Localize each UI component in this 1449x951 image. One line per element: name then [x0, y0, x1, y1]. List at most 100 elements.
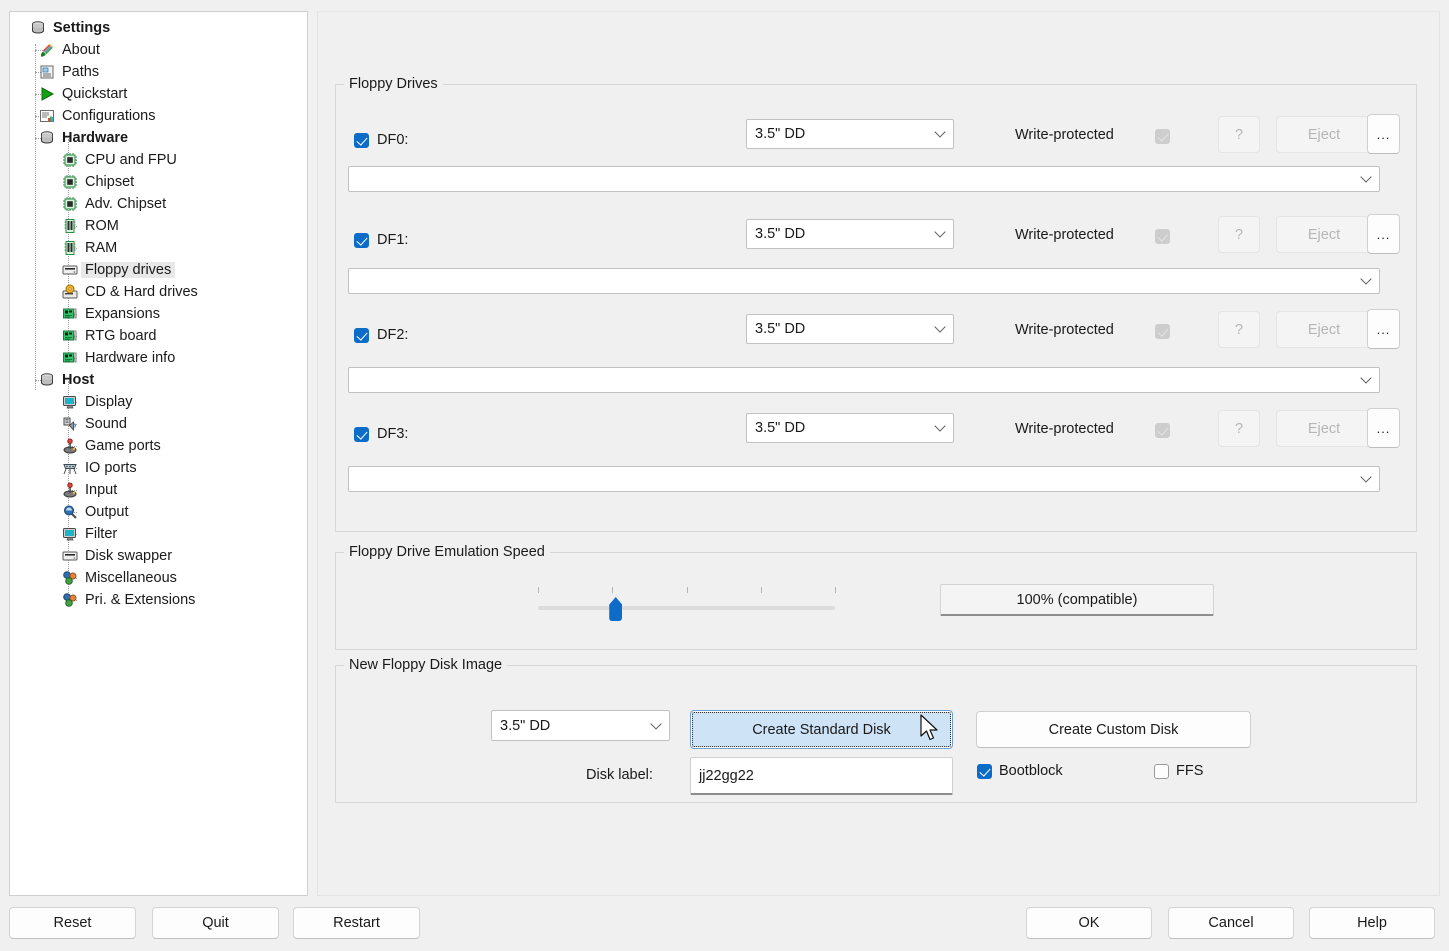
sidebar-item-sound[interactable]: Sound [10, 413, 307, 435]
restart-button[interactable]: Restart [293, 907, 420, 939]
floppy-drive-type-select-df3[interactable]: 3.5" DD [746, 413, 954, 443]
floppy-drive-browse-button-df1[interactable]: ... [1367, 214, 1400, 254]
floppy-drive-help-button-df2[interactable]: ? [1218, 311, 1260, 348]
reset-button[interactable]: Reset [9, 907, 136, 939]
floppy-drive-path-select-df0[interactable] [348, 166, 1380, 192]
floppy-drive-icon [62, 548, 79, 564]
speed-slider-tick [612, 587, 614, 593]
sidebar-item-chipset[interactable]: Chipset [10, 171, 307, 193]
ok-button[interactable]: OK [1026, 907, 1152, 939]
sidebar-item-cpu-and-fpu[interactable]: CPU and FPU [10, 149, 307, 171]
create-standard-disk-button[interactable]: Create Standard Disk [690, 710, 953, 749]
paths-icon [39, 64, 56, 80]
floppy-drive-path-select-df3[interactable] [348, 466, 1380, 492]
sidebar-item-expansions[interactable]: Expansions [10, 303, 307, 325]
speed-slider-tick [538, 587, 539, 593]
sidebar-item-pri-extensions[interactable]: Pri. & Extensions [10, 589, 307, 611]
chip-icon [62, 152, 79, 168]
main-panel: Floppy Drives DF0: 3.5" DD Write-protected… [317, 11, 1440, 896]
sidebar-item-label: Settings [53, 19, 111, 36]
floppy-drive-label-df0: DF0: [377, 132, 409, 148]
floppy-drive-browse-button-df0[interactable]: ... [1367, 114, 1400, 154]
sidebar-item-output[interactable]: Output [10, 501, 307, 523]
floppy-drive-enable-checkbox-df0[interactable] [354, 132, 369, 148]
disk-label-input[interactable]: jj22gg22 [690, 757, 953, 795]
create-custom-disk-button[interactable]: Create Custom Disk [976, 711, 1251, 748]
settings-tree-sidebar[interactable]: Settings About Paths Quickstart Configuratio… [9, 11, 308, 896]
sidebar-item-host[interactable]: Host [10, 369, 307, 391]
floppy-drive-eject-button-df1[interactable]: Eject [1276, 216, 1372, 253]
quit-button[interactable]: Quit [152, 907, 279, 939]
chevron-down-icon [1360, 372, 1372, 384]
sidebar-item-floppy-drives[interactable]: Floppy drives [10, 259, 307, 281]
floppy-drive-label-df2: DF2: [377, 327, 409, 343]
sidebar-item-cd-hard-drives[interactable]: CD & Hard drives [10, 281, 307, 303]
floppy-drive-eject-button-df3[interactable]: Eject [1276, 410, 1372, 447]
floppy-drive-eject-button-df2[interactable]: Eject [1276, 311, 1372, 348]
floppy-drive-eject-button-df0[interactable]: Eject [1276, 116, 1372, 153]
sidebar-item-label: About [62, 41, 100, 58]
floppy-drive-help-button-df3[interactable]: ? [1218, 410, 1260, 447]
sidebar-item-configurations[interactable]: Configurations [10, 105, 307, 127]
browse-button-label: ... [1376, 126, 1391, 142]
floppy-drive-browse-button-df3[interactable]: ... [1367, 408, 1400, 448]
sidebar-item-settings[interactable]: Settings [10, 17, 307, 39]
create-custom-disk-label: Create Custom Disk [1048, 721, 1179, 738]
host-stack-icon [39, 372, 56, 388]
speed-slider-track[interactable] [538, 606, 835, 610]
floppy-drive-enable-checkbox-df1[interactable] [354, 232, 369, 248]
sidebar-item-io-ports[interactable]: IO ports [10, 457, 307, 479]
sidebar-item-label: Expansions [85, 305, 160, 322]
sidebar-item-hardware[interactable]: Hardware [10, 127, 307, 149]
expansion-card-icon [62, 306, 79, 322]
write-protected-checkbox-df1[interactable] [1155, 229, 1170, 244]
sidebar-item-input[interactable]: Input [10, 479, 307, 501]
bootblock-checkbox[interactable] [977, 763, 992, 779]
sidebar-item-about[interactable]: About [10, 39, 307, 61]
sidebar-item-label: Input [85, 481, 118, 498]
sidebar-item-rom[interactable]: ROM [10, 215, 307, 237]
floppy-drive-path-select-df2[interactable] [348, 367, 1380, 393]
write-protected-checkbox-df0[interactable] [1155, 129, 1170, 144]
floppy-drive-help-button-df1[interactable]: ? [1218, 216, 1260, 253]
sidebar-item-game-ports[interactable]: Game ports [10, 435, 307, 457]
floppy-drive-browse-button-df2[interactable]: ... [1367, 309, 1400, 349]
help-button[interactable]: Help [1309, 907, 1435, 939]
sidebar-item-display[interactable]: Display [10, 391, 307, 413]
ffs-checkbox[interactable] [1154, 763, 1169, 779]
disk-label-value: jj22gg22 [699, 767, 754, 784]
sidebar-item-ram[interactable]: RAM [10, 237, 307, 259]
sidebar-item-paths[interactable]: Paths [10, 61, 307, 83]
bootblock-checkbox-row[interactable]: Bootblock [977, 763, 1063, 779]
sidebar-item-filter[interactable]: Filter [10, 523, 307, 545]
floppy-drive-path-select-df1[interactable] [348, 268, 1380, 294]
cancel-button[interactable]: Cancel [1168, 907, 1294, 939]
browse-button-label: ... [1376, 321, 1391, 337]
new-disk-type-select[interactable]: 3.5" DD [491, 710, 670, 741]
eject-button-label: Eject [1307, 321, 1341, 338]
sidebar-item-hardware-info[interactable]: Hardware info [10, 347, 307, 369]
sidebar-item-disk-swapper[interactable]: Disk swapper [10, 545, 307, 567]
floppy-drive-type-select-df1[interactable]: 3.5" DD [746, 219, 954, 249]
floppy-drive-enable-checkbox-df2[interactable] [354, 327, 369, 343]
reset-button-label: Reset [53, 915, 92, 931]
sidebar-item-quickstart[interactable]: Quickstart [10, 83, 307, 105]
floppy-drive-enable-checkbox-df3[interactable] [354, 426, 369, 442]
sidebar-item-adv-chipset[interactable]: Adv. Chipset [10, 193, 307, 215]
settings-tree[interactable]: Settings About Paths Quickstart Configuratio… [10, 12, 307, 611]
sidebar-item-label: Hardware info [85, 349, 176, 366]
write-protected-checkbox-df3[interactable] [1155, 423, 1170, 438]
help-button-label: Help [1357, 915, 1387, 931]
sidebar-item-label: Disk swapper [85, 547, 173, 564]
floppy-drive-help-button-df0[interactable]: ? [1218, 116, 1260, 153]
floppy-drive-label-df3: DF3: [377, 426, 409, 442]
sidebar-item-rtg-board[interactable]: RTG board [10, 325, 307, 347]
help-button-label: ? [1234, 420, 1244, 437]
about-pencil-icon [39, 42, 56, 58]
floppy-drive-type-select-df2[interactable]: 3.5" DD [746, 314, 954, 344]
output-icon [62, 504, 79, 520]
floppy-drive-type-select-df0[interactable]: 3.5" DD [746, 119, 954, 149]
write-protected-checkbox-df2[interactable] [1155, 324, 1170, 339]
ffs-checkbox-row[interactable]: FFS [1154, 763, 1203, 779]
sidebar-item-miscellaneous[interactable]: Miscellaneous [10, 567, 307, 589]
